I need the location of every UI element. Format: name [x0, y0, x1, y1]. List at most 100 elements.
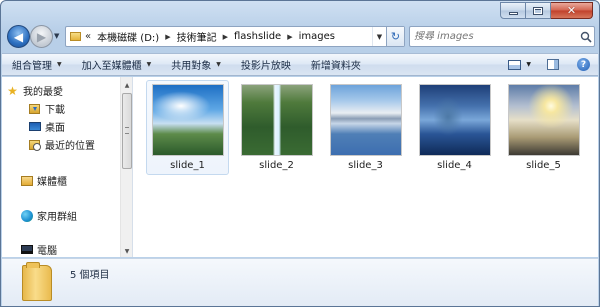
search-input[interactable]	[410, 31, 578, 42]
scroll-up-icon[interactable]: ▲	[121, 79, 133, 91]
command-bar-right: ▼ ?	[503, 54, 598, 75]
content-area: ★ 我的最愛 下載 桌面 最近的位置 媒體櫃 家用群組 電腦 ▲ ▼ slide…	[2, 77, 598, 257]
breadcrumb-overflow-icon[interactable]: «	[85, 31, 91, 42]
sidebar-item-label: 電腦	[37, 246, 57, 257]
sidebar-item-label: 下載	[45, 105, 65, 116]
sidebar-item-label: 桌面	[45, 123, 65, 134]
recent-pages-dropdown[interactable]: ▼	[54, 32, 59, 40]
change-view-button[interactable]	[503, 54, 526, 75]
close-icon: ✕	[566, 4, 577, 17]
item-count: 5 個項目	[70, 270, 110, 281]
view-icon	[508, 59, 522, 70]
image-thumbnail	[508, 84, 580, 156]
slideshow-label: 投影片放映	[240, 61, 291, 72]
image-thumbnail	[241, 84, 313, 156]
help-icon: ?	[577, 58, 590, 71]
explorer-window: ✕ ◀ ▶ ▼ « 本機磁碟 (D:) ▶ 技術筆記 ▶ flashslide …	[0, 0, 600, 307]
file-tile-slide-4[interactable]: slide_4	[413, 80, 496, 175]
refresh-icon: ↻	[390, 30, 401, 43]
file-tile-slide-2[interactable]: slide_2	[235, 80, 318, 175]
minimize-button[interactable]	[500, 2, 526, 19]
chevron-down-icon: ▼	[146, 61, 152, 68]
file-tile-slide-1[interactable]: slide_1	[146, 80, 229, 175]
sidebar-item-homegroup[interactable]: 家用群組	[20, 208, 77, 223]
share-with-label: 共用對象	[171, 61, 212, 72]
chevron-down-icon: ▼	[526, 61, 531, 68]
file-name: slide_1	[170, 160, 205, 171]
details-pane: 5 個項目	[2, 258, 598, 306]
sidebar-item-recent-places[interactable]: 最近的位置	[28, 137, 95, 152]
downloads-folder-icon	[28, 102, 41, 115]
forward-button[interactable]: ▶	[30, 25, 53, 48]
chevron-right-icon[interactable]: ▶	[165, 33, 170, 41]
image-thumbnail	[152, 84, 224, 156]
recent-places-icon	[28, 138, 41, 151]
sidebar-item-label: 最近的位置	[45, 141, 95, 152]
back-button[interactable]: ◀	[7, 25, 30, 48]
help-button[interactable]: ?	[569, 54, 598, 75]
computer-icon	[20, 243, 33, 256]
maximize-icon	[533, 6, 543, 15]
file-name: slide_3	[348, 160, 383, 171]
scroll-down-icon[interactable]: ▼	[121, 245, 133, 257]
sidebar-item-label: 媒體櫃	[37, 177, 67, 188]
search-icon[interactable]	[578, 29, 594, 45]
add-to-library-label: 加入至媒體櫃	[81, 61, 142, 72]
sidebar-item-computer[interactable]: 電腦	[20, 242, 57, 257]
breadcrumb-item[interactable]: 技術筆記	[177, 29, 217, 44]
chevron-right-icon[interactable]: ▶	[287, 33, 292, 41]
scrollbar-thumb[interactable]	[122, 93, 132, 169]
library-icon	[20, 174, 33, 187]
chevron-down-icon: ▼	[57, 61, 62, 68]
image-thumbnail	[419, 84, 491, 156]
new-folder-button[interactable]: 新增資料夾	[301, 54, 371, 75]
breadcrumb-item[interactable]: flashslide	[234, 31, 281, 42]
search-box	[409, 26, 595, 47]
sidebar-item-desktop[interactable]: 桌面	[28, 119, 65, 134]
navigation-pane: ★ 我的最愛 下載 桌面 最近的位置 媒體櫃 家用群組 電腦 ▲ ▼	[2, 77, 133, 257]
preview-pane-button[interactable]	[537, 54, 569, 75]
breadcrumb: 本機磁碟 (D:) ▶ 技術筆記 ▶ flashslide ▶ images	[97, 27, 335, 46]
caption-buttons: ✕	[500, 2, 593, 19]
file-name: slide_5	[526, 160, 561, 171]
maximize-button[interactable]	[526, 2, 551, 19]
folder-icon	[22, 262, 52, 301]
file-tile-slide-3[interactable]: slide_3	[324, 80, 407, 175]
view-options-dropdown[interactable]: ▼	[526, 54, 537, 75]
back-arrow-icon: ◀	[13, 29, 24, 44]
forward-arrow-icon: ▶	[36, 29, 47, 44]
share-with-menu[interactable]: 共用對象 ▼	[161, 54, 231, 75]
organize-menu[interactable]: 組合管理 ▼	[2, 54, 72, 75]
file-tile-slide-5[interactable]: slide_5	[502, 80, 585, 175]
address-bar[interactable]: « 本機磁碟 (D:) ▶ 技術筆記 ▶ flashslide ▶ images…	[65, 26, 405, 47]
navigation-row: ◀ ▶ ▼ « 本機磁碟 (D:) ▶ 技術筆記 ▶ flashslide ▶ …	[7, 24, 595, 50]
chevron-right-icon[interactable]: ▶	[223, 33, 228, 41]
close-button[interactable]: ✕	[551, 2, 593, 19]
chevron-down-icon: ▼	[216, 61, 221, 68]
add-to-library-menu[interactable]: 加入至媒體櫃 ▼	[72, 54, 162, 75]
file-list: slide_1 slide_2 slide_3 slide_4 slide_5	[134, 77, 598, 257]
refresh-button[interactable]: ↻	[386, 27, 404, 46]
slideshow-button[interactable]: 投影片放映	[231, 54, 301, 75]
desktop-icon	[28, 120, 41, 133]
organize-label: 組合管理	[12, 61, 52, 72]
new-folder-label: 新增資料夾	[310, 61, 361, 72]
sidebar-item-libraries[interactable]: 媒體櫃	[20, 173, 67, 188]
star-icon: ★	[7, 83, 18, 98]
image-thumbnail	[330, 84, 402, 156]
sidebar-item-label: 我的最愛	[23, 87, 63, 98]
address-history-dropdown[interactable]: ▼	[372, 27, 386, 46]
minimize-icon	[508, 12, 518, 15]
file-name: slide_2	[259, 160, 294, 171]
sidebar-item-favorites[interactable]: ★ 我的最愛	[6, 83, 63, 99]
file-name: slide_4	[437, 160, 472, 171]
homegroup-icon	[20, 209, 33, 222]
chevron-down-icon: ▼	[376, 32, 383, 41]
navigation-pane-scrollbar[interactable]: ▲ ▼	[120, 77, 132, 257]
command-bar: 組合管理 ▼ 加入至媒體櫃 ▼ 共用對象 ▼ 投影片放映 新增資料夾 ▼ ?	[2, 53, 598, 76]
breadcrumb-item[interactable]: 本機磁碟 (D:)	[97, 29, 159, 44]
sidebar-item-label: 家用群組	[37, 212, 77, 223]
sidebar-item-downloads[interactable]: 下載	[28, 101, 65, 116]
breadcrumb-item[interactable]: images	[299, 31, 335, 42]
preview-pane-icon	[547, 59, 559, 70]
